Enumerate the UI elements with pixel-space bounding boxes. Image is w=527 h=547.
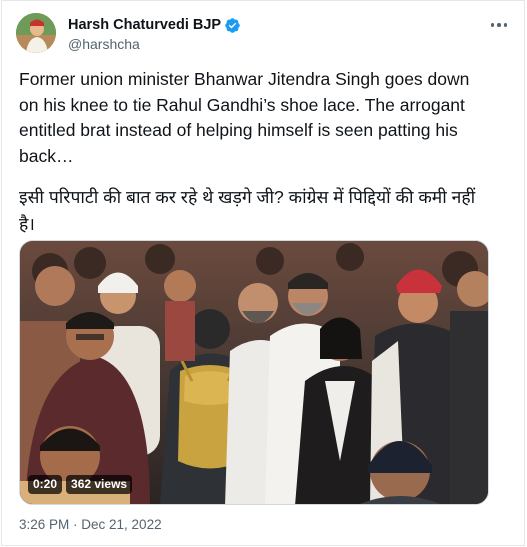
tweet-text-hindi: इसी परिपाटी की बात कर रहे थे खड़गे जी? क…: [19, 187, 476, 234]
author-info: Harsh Chaturvedi BJP @harshcha: [68, 15, 241, 52]
tweet-timestamp[interactable]: 3:26 PM · Dec 21, 2022: [19, 517, 162, 532]
verified-badge-icon: [225, 17, 240, 33]
video-view-count: 362 views: [66, 475, 133, 494]
tweet-text-english: Former union minister Bhanwar Jitendra S…: [19, 69, 470, 166]
more-options-icon[interactable]: [488, 15, 510, 35]
avatar[interactable]: [16, 13, 56, 53]
tweet-header: Harsh Chaturvedi BJP @harshcha: [16, 13, 512, 57]
video-thumbnail: [20, 241, 488, 504]
tweet-card: Harsh Chaturvedi BJP @harshcha Former un…: [1, 0, 525, 546]
author-handle[interactable]: @harshcha: [68, 36, 241, 52]
video-player[interactable]: 0:20 362 views: [19, 240, 489, 505]
video-overlay-badges: 0:20 362 views: [28, 475, 133, 494]
author-display-name[interactable]: Harsh Chaturvedi BJP: [68, 17, 221, 33]
video-duration: 0:20: [28, 475, 63, 494]
